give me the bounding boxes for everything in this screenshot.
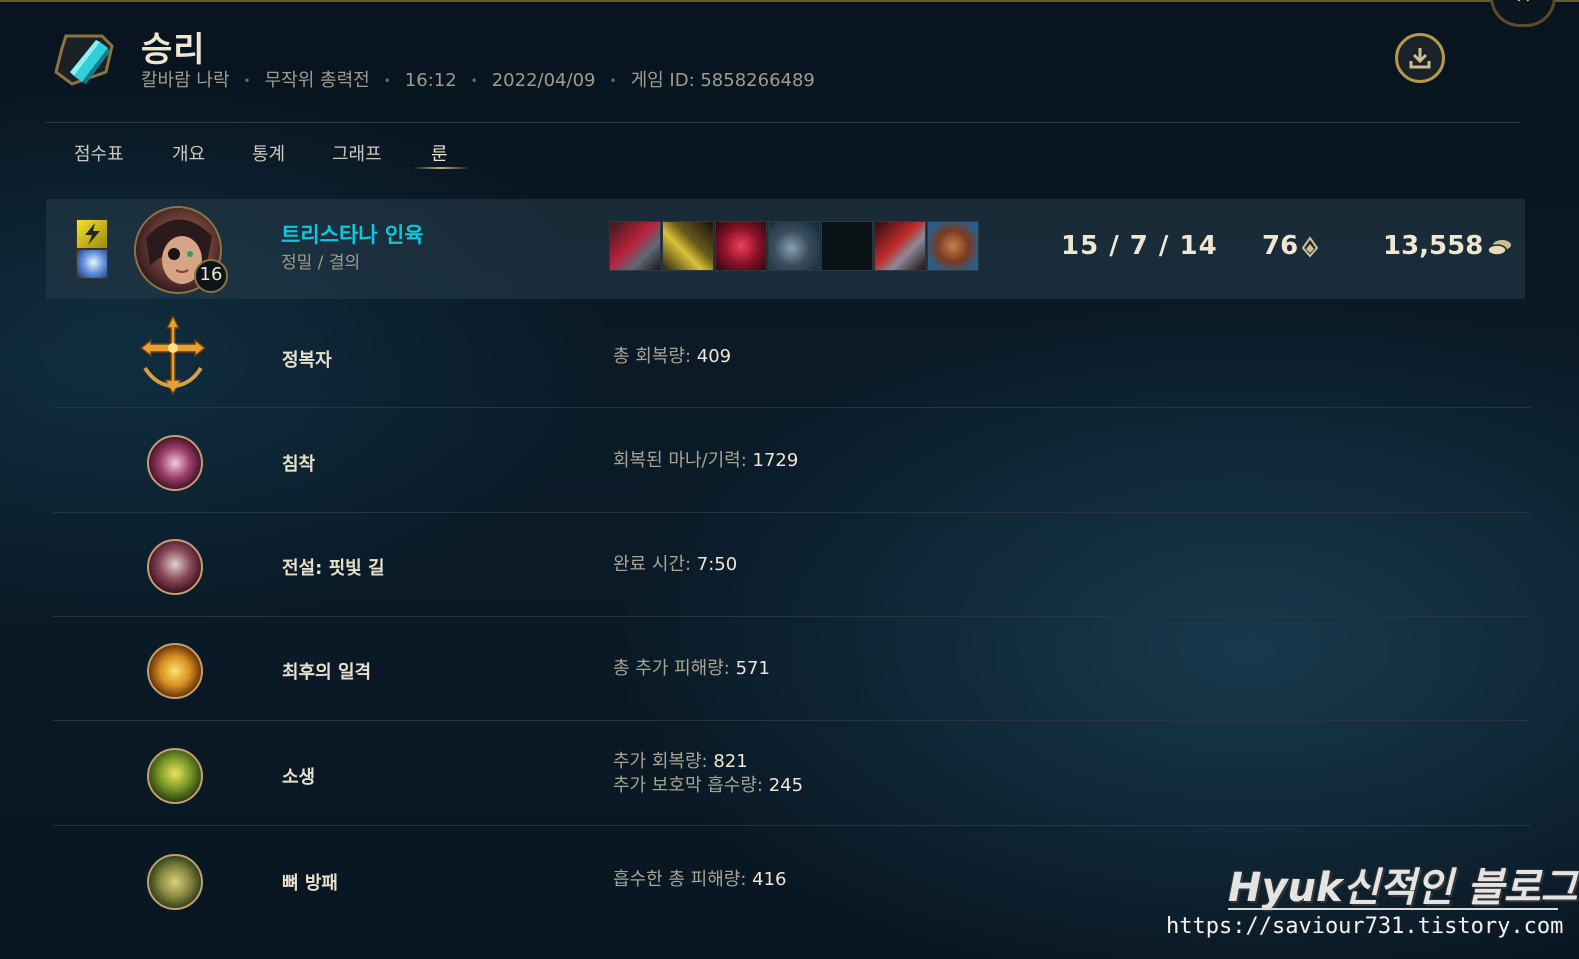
rune-row-4: 최후의 일격 총 추가 피해량: 571 xyxy=(53,617,1531,721)
rune-name: 소생 xyxy=(282,767,316,788)
row-divider xyxy=(53,407,1531,408)
tab-overview[interactable]: 개요 xyxy=(172,140,205,166)
stat-value: 416 xyxy=(752,869,787,890)
kda: 15 / 7 / 14 xyxy=(1061,231,1218,261)
rune-name: 최후의 일격 xyxy=(282,662,372,683)
blog-watermark-url: https://saviour731.tistory.com xyxy=(1166,914,1564,939)
rune-row-5: 소생 추가 회복량: 821 추가 보호막 흡수량: 245 xyxy=(53,722,1531,826)
player-name[interactable]: 트리스타나 인육 xyxy=(281,219,424,249)
item-4-icon[interactable] xyxy=(768,221,820,271)
rune-name: 전설: 핏빛 길 xyxy=(282,558,385,579)
rune-row-3: 전설: 핏빛 길 완료 시간: 7:50 xyxy=(53,513,1531,617)
stat-value: 571 xyxy=(735,658,770,679)
bone-plating-icon xyxy=(147,854,203,910)
revitalize-icon xyxy=(147,748,203,804)
item-6-icon[interactable] xyxy=(874,221,926,271)
rune-stat: 총 회복량: 409 xyxy=(613,345,731,369)
active-tab-indicator xyxy=(412,167,470,169)
close-icon: ✕ xyxy=(1515,0,1532,8)
legend-bloodline-icon xyxy=(147,539,203,595)
rune-trees: 정밀 / 결의 xyxy=(281,253,361,273)
stat-line: 추가 회복량: 821 xyxy=(613,750,803,774)
stat-line: 추가 보호막 흡수량: 245 xyxy=(613,774,803,798)
rune-name: 정복자 xyxy=(282,350,332,371)
game-id: 게임 ID: 5858266489 xyxy=(630,70,815,91)
match-result: 승리 xyxy=(141,30,206,70)
separator-dot: • xyxy=(470,74,478,88)
gold-earned: 13,558 xyxy=(1383,231,1513,261)
conqueror-icon xyxy=(135,314,211,396)
rune-stat: 총 추가 피해량: 571 xyxy=(613,657,770,681)
victory-crystal-icon xyxy=(52,28,116,92)
header-divider xyxy=(45,122,1520,123)
tab-runes[interactable]: 룬 xyxy=(431,140,448,166)
watermark-underline xyxy=(1228,908,1558,910)
stat-value: 821 xyxy=(713,751,748,772)
flash-spell-icon xyxy=(76,219,108,249)
separator-dot: • xyxy=(243,74,251,88)
empty-item-slot xyxy=(821,221,873,271)
download-icon xyxy=(1409,48,1431,69)
tab-graph[interactable]: 그래프 xyxy=(332,140,382,166)
match-header: 승리 칼바람 나락 • 무작위 총력전 • 16:12 • 2022/04/09 • 게임 ID… xyxy=(52,24,1512,104)
rune-name: 침착 xyxy=(282,454,316,475)
rune-stat: 추가 회복량: 821 추가 보호막 흡수량: 245 xyxy=(613,750,803,798)
rune-stat: 흡수한 총 피해량: 416 xyxy=(613,868,787,892)
game-date: 2022/04/09 xyxy=(491,70,596,91)
separator-dot: • xyxy=(609,74,617,88)
item-3-icon[interactable] xyxy=(715,221,767,271)
match-meta: 칼바람 나락 • 무작위 총력전 • 16:12 • 2022/04/09 • 게임 ID: 5… xyxy=(141,66,815,92)
stat-value: 409 xyxy=(696,346,732,367)
mark-spell-icon xyxy=(76,249,108,279)
item-1-icon[interactable] xyxy=(609,221,661,271)
row-divider xyxy=(53,720,1531,721)
creep-score-value: 76 xyxy=(1262,231,1299,261)
rune-row-keystone: 정복자 총 회복량: 409 xyxy=(53,304,1531,408)
coup-de-grace-icon xyxy=(147,643,203,699)
map-name: 칼바람 나락 xyxy=(141,70,230,91)
tab-scoreboard[interactable]: 점수표 xyxy=(74,140,124,166)
stat-value: 245 xyxy=(768,775,804,796)
stat-label: 회복된 마나/기력: xyxy=(613,450,753,471)
tab-stats[interactable]: 통계 xyxy=(252,140,285,166)
rune-stat: 회복된 마나/기력: 1729 xyxy=(613,449,798,473)
stat-label: 완료 시간: xyxy=(613,554,697,575)
rune-row-2: 침착 회복된 마나/기력: 1729 xyxy=(53,409,1531,513)
item-2-icon[interactable] xyxy=(662,221,714,271)
champion-level: 16 xyxy=(194,259,228,293)
minion-icon xyxy=(1302,235,1319,258)
stat-value: 7:50 xyxy=(696,554,738,575)
top-border xyxy=(0,0,1579,2)
close-button[interactable]: ✕ xyxy=(1490,0,1556,27)
download-button[interactable] xyxy=(1395,33,1445,83)
gold-value: 13,558 xyxy=(1383,231,1484,261)
rune-name: 뼈 방패 xyxy=(282,873,338,894)
blog-watermark-title: Hyuk신적인 블로그 xyxy=(1228,865,1578,911)
gold-icon xyxy=(1487,239,1512,256)
creep-score: 76 xyxy=(1262,231,1319,261)
presence-of-mind-icon xyxy=(147,435,203,491)
stat-label: 추가 보호막 흡수량: xyxy=(613,775,769,796)
separator-dot: • xyxy=(383,74,391,88)
player-row[interactable]: 16 트리스타나 인육 정밀 / 결의 15 / 7 / 14 76 13,55… xyxy=(46,199,1525,299)
trinket-icon[interactable] xyxy=(927,221,979,271)
stat-label: 추가 회복량: xyxy=(613,751,714,772)
rune-stat: 완료 시간: 7:50 xyxy=(613,553,737,577)
game-mode: 무작위 총력전 xyxy=(264,70,370,91)
stat-label: 총 추가 피해량: xyxy=(613,658,736,679)
stat-label: 총 회복량: xyxy=(613,346,697,367)
stat-value: 1729 xyxy=(752,450,799,471)
game-duration: 16:12 xyxy=(404,70,457,91)
stat-label: 흡수한 총 피해량: xyxy=(613,869,753,890)
